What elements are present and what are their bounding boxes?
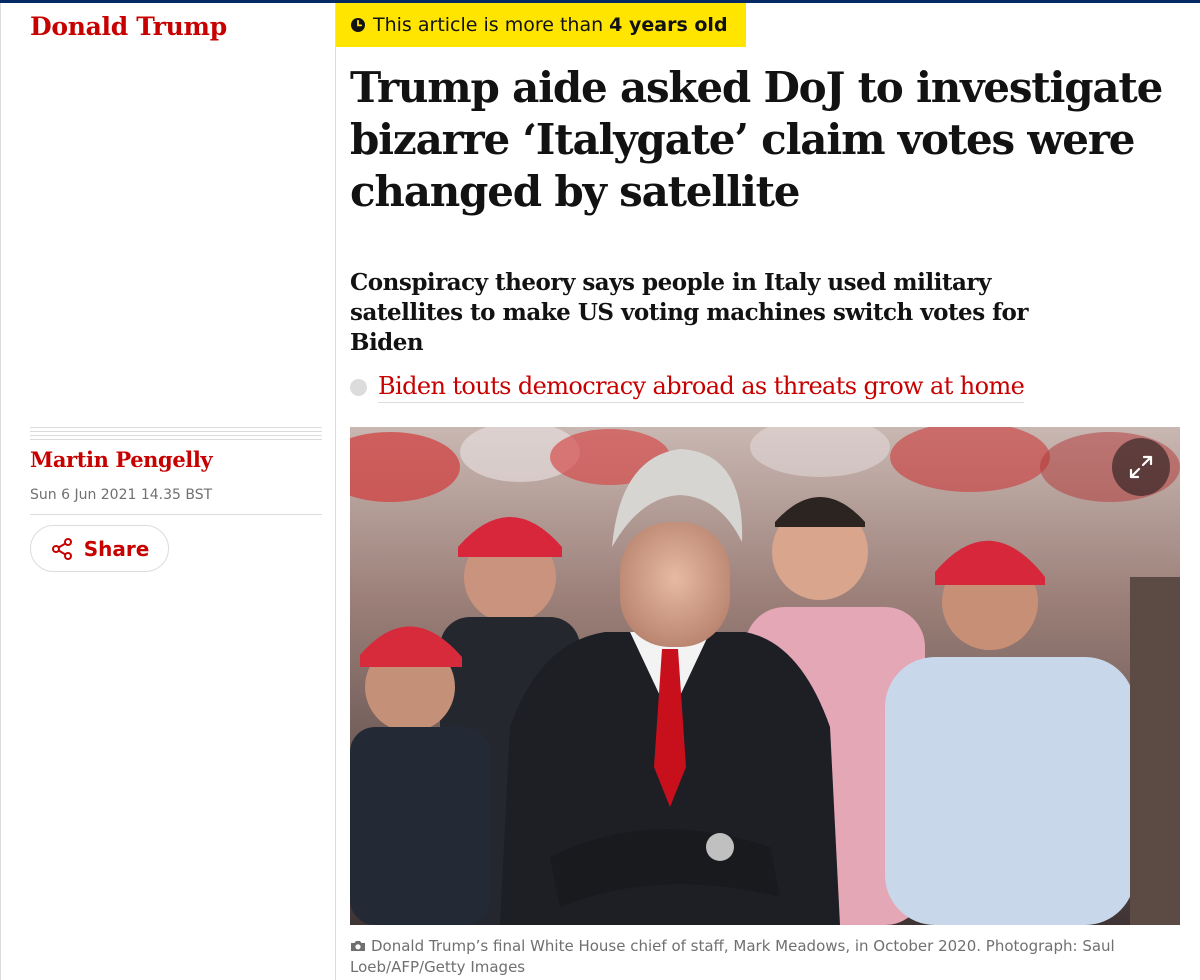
article-age-warning: This article is more than 4 years old bbox=[336, 3, 746, 47]
caption-text: Donald Trump’s final White House chief o… bbox=[350, 937, 1115, 976]
camera-icon bbox=[351, 941, 365, 951]
hero-photo bbox=[350, 427, 1180, 925]
hero-image[interactable] bbox=[350, 427, 1180, 925]
share-icon bbox=[51, 537, 72, 560]
share-label: Share bbox=[83, 536, 150, 561]
share-button[interactable]: Share bbox=[30, 525, 169, 572]
age-warning-age: 4 years old bbox=[609, 14, 728, 36]
expand-icon bbox=[1129, 455, 1153, 479]
publish-date: Sun 6 Jun 2021 14.35 BST bbox=[30, 487, 213, 503]
meta-divider bbox=[30, 514, 322, 515]
article-standfirst: Conspiracy theory says people in Italy u… bbox=[350, 269, 1029, 356]
expand-image-button[interactable] bbox=[1112, 438, 1170, 496]
clock-icon bbox=[351, 18, 365, 32]
related-link-row: Biden touts democracy abroad as threats … bbox=[350, 370, 1025, 404]
related-article-link[interactable]: Biden touts democracy abroad as threats … bbox=[378, 372, 1025, 403]
byline-author[interactable]: Martin Pengelly bbox=[30, 447, 213, 472]
image-caption: Donald Trump’s final White House chief o… bbox=[350, 936, 1190, 978]
column-divider bbox=[335, 3, 336, 980]
left-border bbox=[0, 3, 1, 980]
article-headline: Trump aide asked DoJ to investigate biza… bbox=[350, 63, 1163, 216]
age-warning-prefix: This article is more than bbox=[373, 14, 604, 36]
bullet-icon bbox=[350, 378, 367, 396]
meta-rules bbox=[30, 427, 322, 443]
section-label[interactable]: Donald Trump bbox=[30, 12, 227, 41]
